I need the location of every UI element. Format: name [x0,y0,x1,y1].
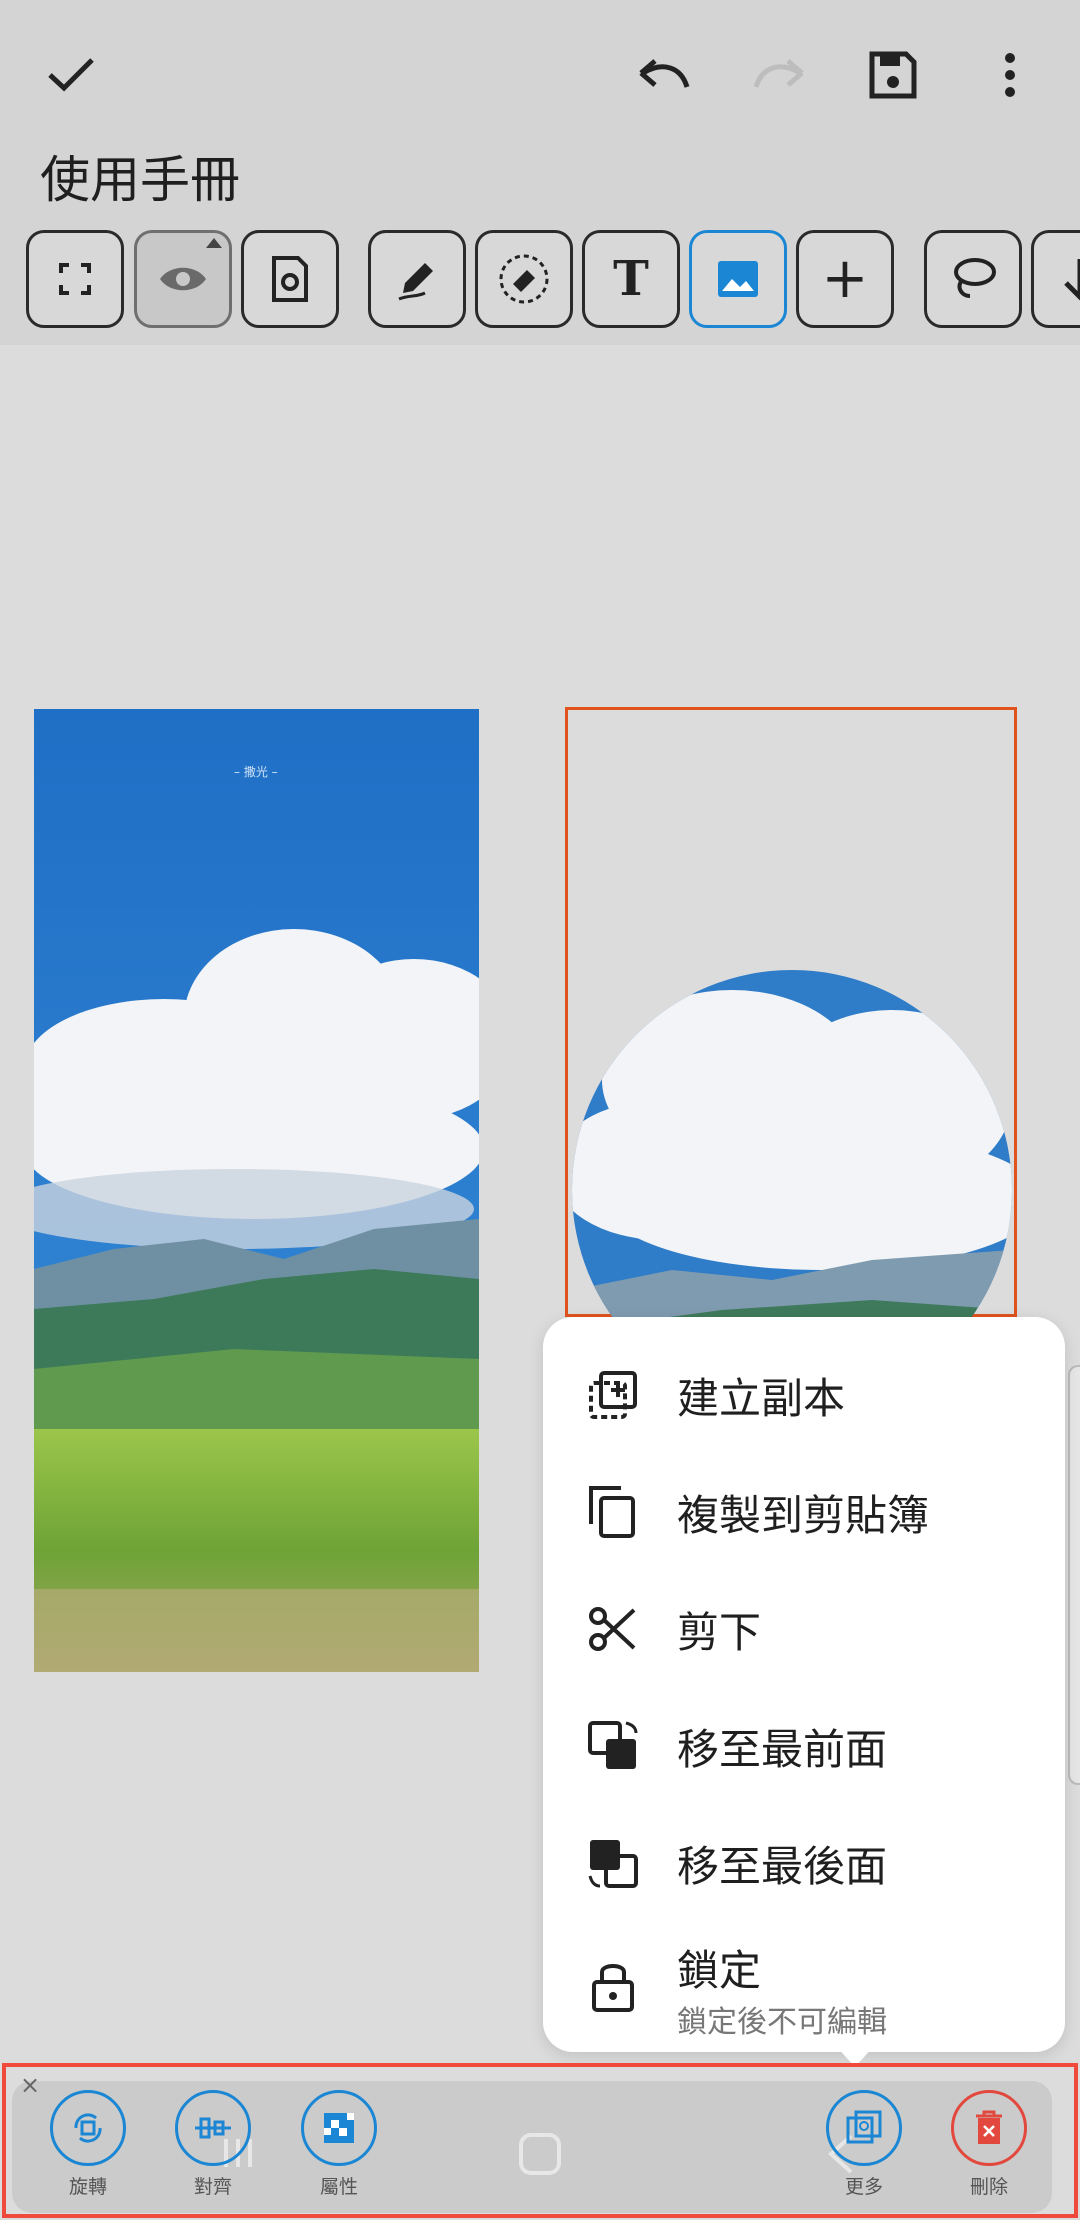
view-tool[interactable] [134,230,232,328]
image-icon [718,261,758,297]
duplicate-icon [583,1365,643,1425]
menu-item-bring-to-front[interactable]: 移至最前面 [543,1691,1065,1801]
menu-item-label: 鎖定 [677,1946,762,1995]
image-tool[interactable] [689,230,787,328]
bring-to-front-icon [583,1716,643,1776]
fullscreen-icon [59,263,91,295]
delete-icon [976,2110,1002,2144]
redo-icon [745,40,815,110]
settings-doc-icon [272,256,308,302]
image-caption: – 撒光 – [234,765,278,779]
menu-item-copy[interactable]: 複製到剪貼簿 [543,1457,1065,1567]
tool-strip: T + [0,230,1080,330]
send-to-back-icon [583,1833,643,1893]
check-icon[interactable] [36,40,106,110]
more-button[interactable] [826,2090,902,2166]
top-app-bar: 使用手冊 T + [0,0,1080,345]
arrow-down-tool[interactable] [1031,230,1080,328]
delete-label: 刪除 [969,2176,1008,2198]
lasso-tool[interactable] [924,230,1022,328]
home-nav-icon [519,2133,561,2175]
align-label: 對齊 [193,2176,232,2198]
undo-icon[interactable] [628,40,698,110]
arrow-down-icon [1064,259,1080,301]
lock-icon [583,1955,643,2015]
page-settings-tool[interactable] [241,230,339,328]
more-icon [846,2110,882,2144]
properties-label: 屬性 [319,2176,358,2198]
pen-icon [398,263,433,301]
menu-item-lock[interactable]: 鎖定 鎖定後不可編輯 [543,1925,1065,2045]
landscape-picture [34,709,479,1672]
menu-item-label: 移至最前面 [677,1724,888,1774]
menu-item-label: 建立副本 [677,1373,846,1423]
text-icon: T [613,251,649,307]
menu-item-send-to-back[interactable]: 移至最後面 [543,1808,1065,1918]
scroll-handle[interactable] [1068,1365,1080,1785]
text-tool[interactable]: T [582,230,680,328]
more-vert-icon[interactable] [975,40,1045,110]
add-tool[interactable]: + [796,230,894,328]
scissors-icon [583,1599,643,1659]
properties-icon [324,2113,354,2143]
delete-button[interactable] [951,2090,1027,2166]
rotate-label: 旋轉 [68,2176,107,2198]
menu-item-label: 移至最後面 [677,1841,888,1891]
copy-icon [583,1482,643,1542]
rotate-icon [74,2113,102,2143]
page-title: 使用手冊 [40,151,240,209]
menu-item-sublabel: 鎖定後不可編輯 [677,2005,887,2040]
align-icon [195,2117,231,2139]
context-menu: 建立副本 複製到剪貼簿 剪下 移至最前面 移至最後面 鎖定 鎖定後不可編輯 [543,1317,1065,2052]
menu-item-label: 剪下 [677,1607,762,1657]
triangle-icon [206,238,222,248]
eye-icon [160,267,206,291]
fullscreen-tool[interactable] [26,230,124,328]
menu-item-label: 複製到剪貼簿 [677,1490,930,1540]
align-button[interactable] [175,2090,251,2166]
eraser-tool[interactable] [475,230,573,328]
more-label: 更多 [844,2176,883,2198]
pen-tool[interactable] [368,230,466,328]
save-icon[interactable] [858,40,928,110]
landscape-image[interactable]: – 撒光 – [34,709,479,1672]
close-icon[interactable]: × [20,2071,40,2099]
menu-item-duplicate[interactable]: 建立副本 [543,1340,1065,1450]
add-icon: + [821,246,869,311]
properties-button[interactable] [301,2090,377,2166]
lasso-icon [954,258,996,298]
eraser-icon [499,254,549,304]
menu-item-cut[interactable]: 剪下 [543,1574,1065,1684]
rotate-button[interactable] [50,2090,126,2166]
